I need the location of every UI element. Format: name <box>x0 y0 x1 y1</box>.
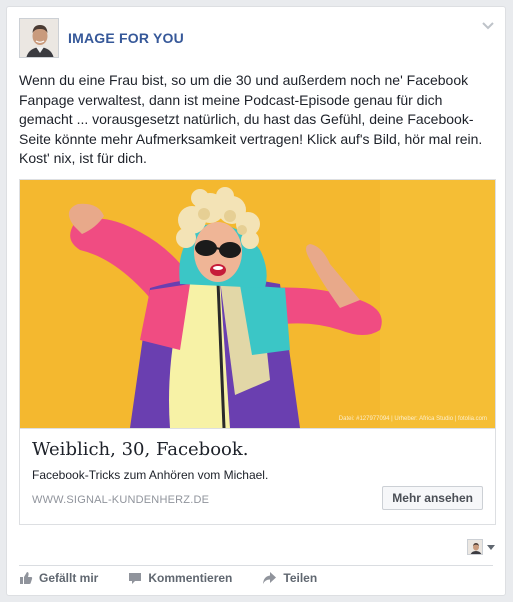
caret-down-icon <box>487 544 495 550</box>
like-button[interactable]: Gefällt mir <box>19 571 98 585</box>
link-preview[interactable]: Weiblich, 30, Facebook. Facebook-Tricks … <box>20 428 495 524</box>
comment-icon <box>129 573 142 584</box>
post-actions: Gefällt mir Kommentieren Teilen <box>19 571 347 585</box>
share-icon <box>263 572 277 584</box>
share-label: Teilen <box>283 571 318 585</box>
attachment-image[interactable]: Datei: #127977094 | Urheber: Africa Stud… <box>20 180 495 428</box>
post-text: Wenn du eine Frau bist, so um die 30 und… <box>19 72 483 166</box>
post-card: IMAGE FOR YOU Wenn du eine Frau bist, so… <box>6 6 506 596</box>
like-icon <box>20 572 33 584</box>
like-label: Gefällt mir <box>39 571 99 585</box>
comment-button[interactable]: Kommentieren <box>128 571 232 585</box>
link-attachment[interactable]: Datei: #127977094 | Urheber: Africa Stud… <box>19 179 496 525</box>
post-header: IMAGE FOR YOU <box>19 18 184 58</box>
image-credit: Datei: #127977094 | Urheber: Africa Stud… <box>338 416 487 422</box>
page-name-link[interactable]: IMAGE FOR YOU <box>68 30 184 46</box>
chevron-down-icon[interactable] <box>481 21 495 31</box>
link-title[interactable]: Weiblich, 30, Facebook. <box>32 439 483 460</box>
avatar <box>467 539 483 555</box>
avatar[interactable] <box>19 18 59 58</box>
actor-selector[interactable] <box>467 539 495 555</box>
link-description: Facebook-Tricks zum Anhören vom Michael. <box>32 468 269 482</box>
share-button[interactable]: Teilen <box>262 571 317 585</box>
divider <box>19 565 493 566</box>
learn-more-button[interactable]: Mehr ansehen <box>382 486 483 510</box>
comment-label: Kommentieren <box>148 571 233 585</box>
